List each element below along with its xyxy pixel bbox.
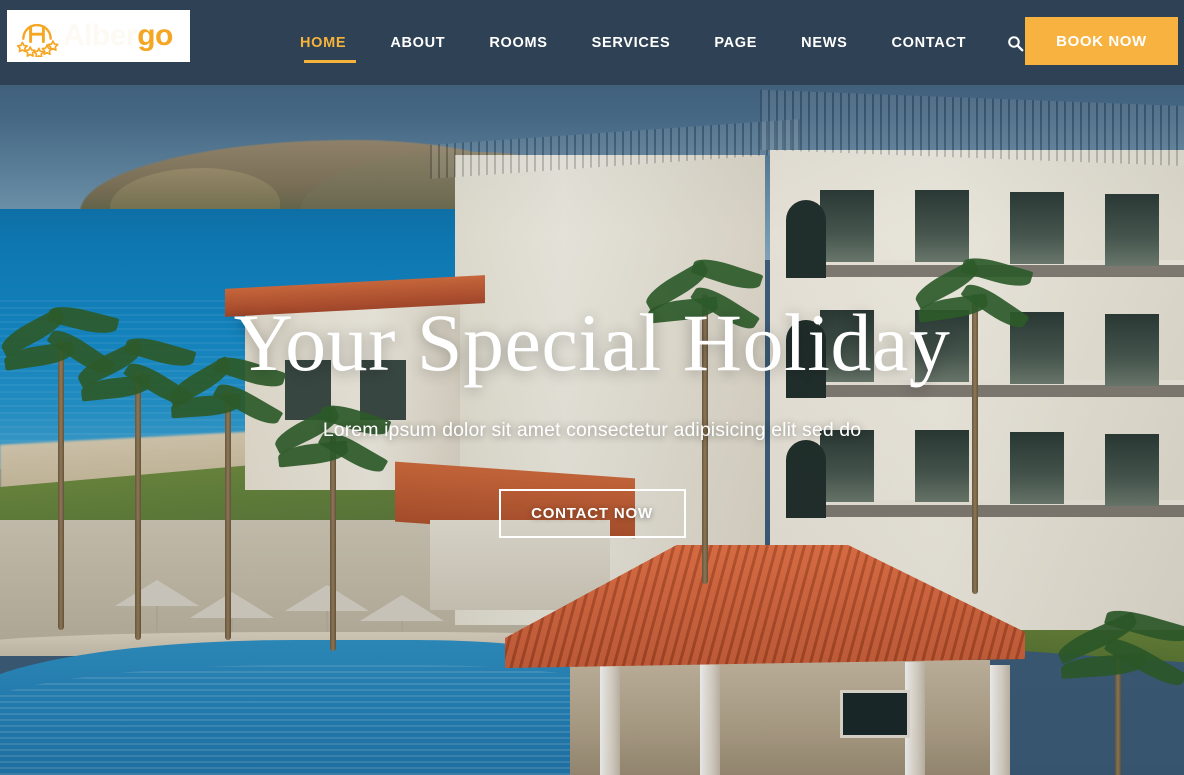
hero-subtitle: Lorem ipsum dolor sit amet consectetur a…: [322, 419, 862, 442]
logo-text-accent: go: [137, 19, 173, 52]
page-root: Albergo HOME ABOUT ROOMS SERVICES PAGE N…: [0, 0, 1184, 775]
book-now-button[interactable]: BOOK NOW: [1025, 17, 1178, 65]
nav-item-home[interactable]: HOME: [300, 0, 357, 85]
main-navigation: HOME ABOUT ROOMS SERVICES PAGE NEWS CONT…: [300, 0, 1010, 85]
nav-item-contact[interactable]: CONTACT: [891, 0, 966, 85]
logo[interactable]: Albergo: [7, 10, 190, 62]
hero-section: Your Special Holiday Lorem ipsum dolor s…: [0, 85, 1184, 775]
hero-title: Your Special Holiday: [233, 297, 951, 388]
nav-item-rooms[interactable]: ROOMS: [489, 0, 547, 85]
logo-text-primary: Alber: [63, 19, 138, 52]
site-header: Albergo HOME ABOUT ROOMS SERVICES PAGE N…: [0, 0, 1184, 85]
nav-item-about[interactable]: ABOUT: [390, 0, 445, 85]
nav-item-page[interactable]: PAGE: [714, 0, 757, 85]
contact-now-button[interactable]: CONTACT NOW: [498, 489, 686, 539]
nav-item-news[interactable]: NEWS: [801, 0, 847, 85]
logo-wordmark: Albergo: [63, 21, 173, 51]
hotel-badge-icon: [15, 15, 59, 59]
nav-item-services[interactable]: SERVICES: [592, 0, 671, 85]
